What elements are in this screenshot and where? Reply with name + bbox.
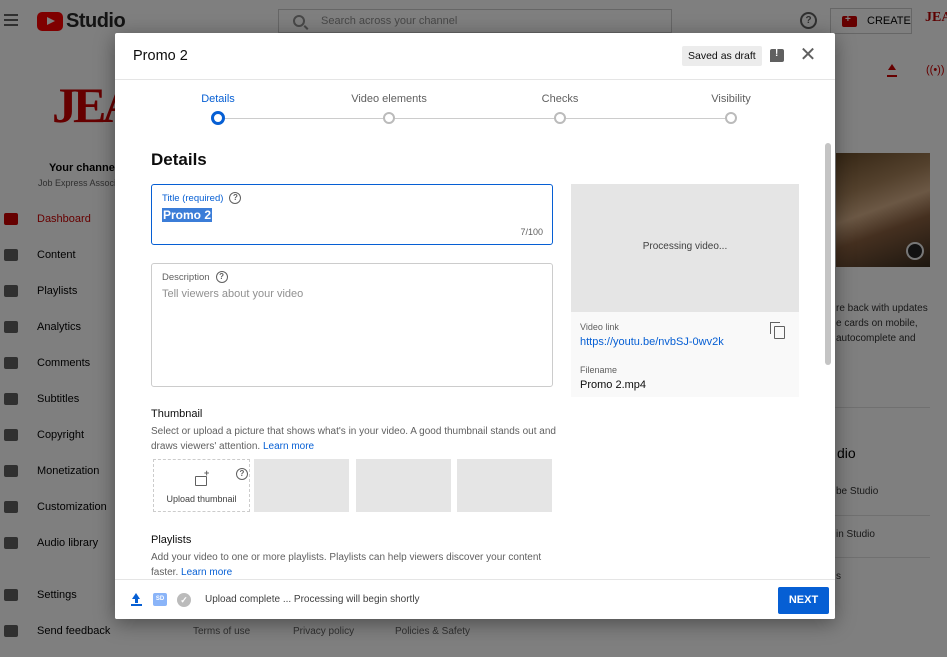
thumbnail-learn-more-link[interactable]: Learn more xyxy=(263,441,314,452)
add-image-icon xyxy=(195,468,209,486)
stepper-line xyxy=(218,118,732,119)
next-button[interactable]: NEXT xyxy=(778,587,829,614)
description-label-text: Description xyxy=(162,271,210,283)
dialog-content: Details Title (required) ? Promo 2 7/100… xyxy=(115,129,825,579)
help-icon[interactable]: ? xyxy=(236,468,248,480)
upload-stepper: Details Video elements Checks Visibility xyxy=(115,81,835,129)
thumbnail-description-text: Select or upload a picture that shows wh… xyxy=(151,426,556,452)
playlists-description: Add your video to one or more playlists.… xyxy=(151,550,543,579)
description-field-label: Description ? xyxy=(162,271,228,283)
video-link-label: Video link xyxy=(580,322,619,332)
playlists-title: Playlists xyxy=(151,534,192,546)
feedback-icon[interactable] xyxy=(770,48,784,62)
filename-label: Filename xyxy=(580,365,618,375)
copy-icon[interactable] xyxy=(770,322,785,339)
help-icon[interactable]: ? xyxy=(229,192,242,204)
video-preview-panel: Processing video... Video link https://y… xyxy=(571,184,799,397)
thumbnail-title: Thumbnail xyxy=(151,408,203,420)
thumbnail-option[interactable] xyxy=(457,459,552,512)
tab-details[interactable]: Details xyxy=(201,93,235,105)
processing-status: Processing video... xyxy=(642,241,728,252)
title-label-text: Title (required) xyxy=(162,192,224,204)
upload-icon xyxy=(130,593,143,606)
saved-draft-badge: Saved as draft xyxy=(682,46,762,66)
title-field-label: Title (required) ? xyxy=(162,192,242,204)
step-dot-video-elements[interactable] xyxy=(383,112,395,124)
dialog-footer: SD ✓ Upload complete ... Processing will… xyxy=(115,579,835,619)
tab-visibility[interactable]: Visibility xyxy=(711,93,751,105)
help-icon[interactable]: ? xyxy=(215,271,228,283)
dialog-header: Promo 2 Saved as draft ✕ xyxy=(115,33,835,80)
scrollbar[interactable] xyxy=(825,143,831,365)
tab-checks[interactable]: Checks xyxy=(542,93,579,105)
playlists-learn-more-link[interactable]: Learn more xyxy=(181,567,232,578)
upload-dialog: Promo 2 Saved as draft ✕ Details Video e… xyxy=(115,33,835,619)
upload-thumbnail-label: Upload thumbnail xyxy=(166,494,237,504)
video-preview: Processing video... xyxy=(571,184,799,312)
title-char-counter: 7/100 xyxy=(520,227,543,237)
upload-status: Upload complete ... Processing will begi… xyxy=(205,594,420,605)
step-dot-details[interactable] xyxy=(211,111,225,125)
step-dot-visibility[interactable] xyxy=(725,112,737,124)
check-icon: ✓ xyxy=(177,593,191,607)
video-link[interactable]: https://youtu.be/nvbSJ-0wv2k xyxy=(580,336,724,348)
close-icon[interactable]: ✕ xyxy=(799,45,817,65)
step-dot-checks[interactable] xyxy=(554,112,566,124)
upload-thumbnail-button[interactable]: ? Upload thumbnail xyxy=(153,459,250,512)
thumbnail-description: Select or upload a picture that shows wh… xyxy=(151,424,561,454)
dialog-title: Promo 2 xyxy=(133,48,188,64)
tab-video-elements[interactable]: Video elements xyxy=(351,93,427,105)
sd-badge-icon: SD xyxy=(153,593,167,606)
filename-value: Promo 2.mp4 xyxy=(580,379,647,391)
title-input[interactable]: Promo 2 xyxy=(162,208,213,222)
description-field[interactable]: Description ? Tell viewers about your vi… xyxy=(151,263,553,387)
description-input[interactable]: Tell viewers about your video xyxy=(162,288,303,300)
section-title: Details xyxy=(151,150,207,169)
thumbnail-option[interactable] xyxy=(356,459,451,512)
title-field[interactable]: Title (required) ? Promo 2 7/100 xyxy=(151,184,553,245)
thumbnail-option[interactable] xyxy=(254,459,349,512)
